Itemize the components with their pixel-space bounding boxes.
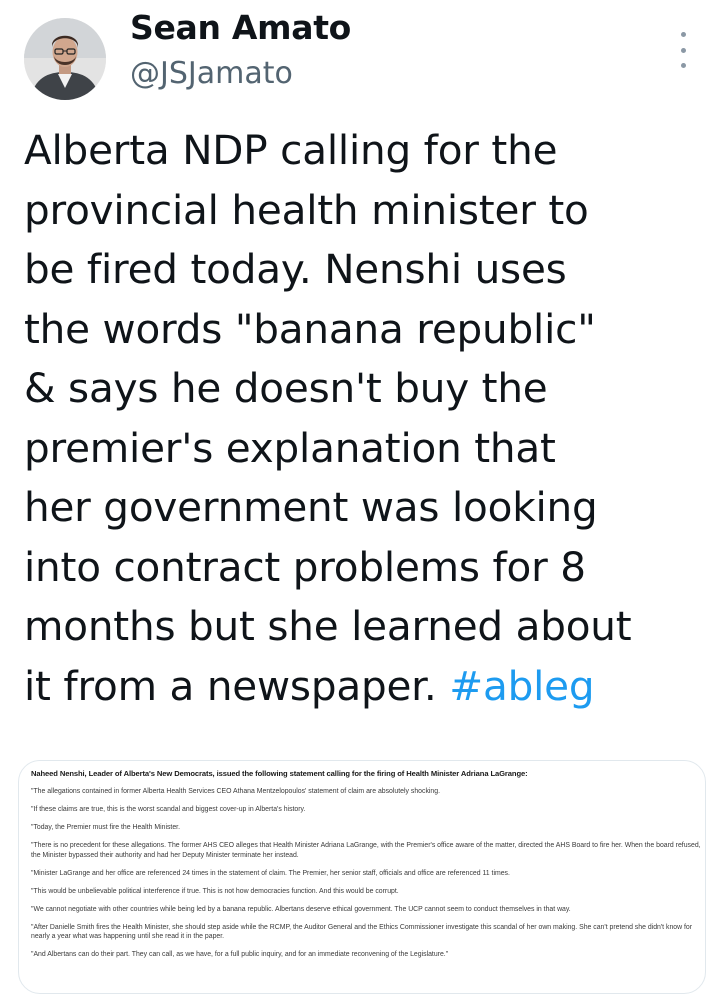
statement-paragraph: "This would be unbelievable political in… [31,887,399,895]
statement-paragraph: "Minister LaGrange and her office are re… [31,869,510,877]
statement-paragraph: "We cannot negotiate with other countrie… [31,905,571,913]
statement-document: Naheed Nenshi, Leader of Alberta's New D… [31,769,701,968]
tweet-line: the words "banana republic" [24,304,596,353]
dot [680,63,686,68]
more-options-icon[interactable] [676,32,690,68]
tweet-line: premier's explanation that [24,423,556,472]
dot [680,47,686,53]
avatar[interactable] [24,18,106,100]
author-name[interactable]: Sean Amato [130,8,351,47]
tweet-line: be fired today. Nenshi uses [24,245,567,293]
statement-heading: Naheed Nenshi, Leader of Alberta's New D… [31,769,528,778]
dot [680,32,686,37]
statement-paragraph: "After Danielle Smith fires the Health M… [31,923,693,941]
tweet-header: Sean Amato @JSJamato [0,0,726,110]
tweet-line: months but she learned about [24,602,632,650]
profile-photo-icon [24,18,106,100]
hashtag-link[interactable]: #ableg [449,662,594,710]
tweet-line: her government was looking [24,483,598,531]
author-handle[interactable]: @JSJamato [130,56,293,91]
tweet-line: provincial health minister to [24,185,589,234]
tweet-last-line: it from a newspaper. #ableg [24,657,714,717]
tweet-line: into contract problems for 8 [24,542,586,591]
tweet-line: Alberta NDP calling for the [24,126,558,174]
statement-paragraph: "Today, the Premier must fire the Health… [31,824,180,831]
statement-paragraph: "The allegations contained in former Alb… [31,788,440,795]
attached-image[interactable]: Naheed Nenshi, Leader of Alberta's New D… [18,760,706,994]
statement-paragraph: "If these claims are true, this is the w… [31,806,306,813]
statement-paragraph: "There is no precedent for these allegat… [31,842,701,859]
tweet-line: it from a newspaper. [24,661,450,710]
statement-paragraph: "And Albertans can do their part. They c… [31,951,449,958]
tweet-line: & says he doesn't buy the [24,364,548,412]
tweet-text: Alberta NDP calling for the provincial h… [24,121,714,716]
